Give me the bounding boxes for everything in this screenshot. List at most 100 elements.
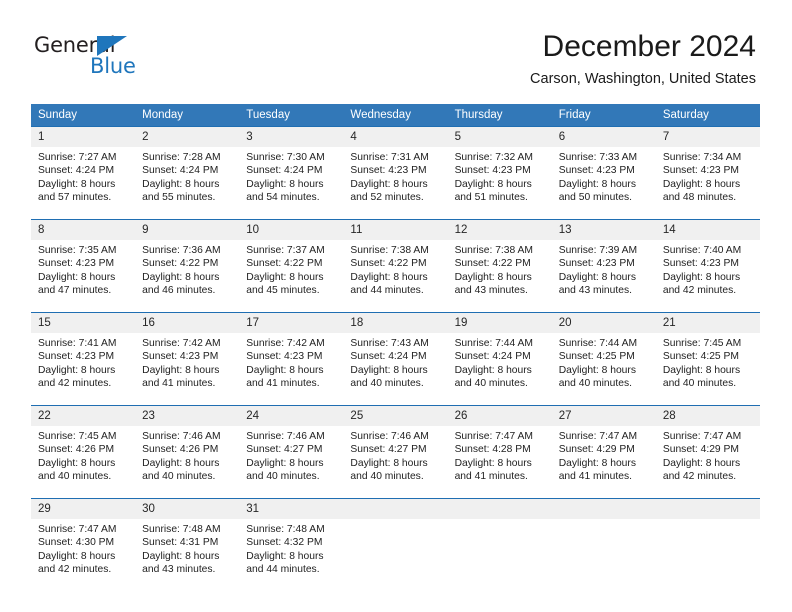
daylight-text-line2: and 42 minutes. bbox=[38, 564, 112, 576]
sunset-text: Sunset: 4:23 PM bbox=[454, 165, 531, 177]
sunset-text: Sunset: 4:28 PM bbox=[454, 444, 531, 456]
day-number[interactable]: 9 bbox=[135, 219, 240, 240]
day-cell[interactable]: Sunrise: 7:45 AM Sunset: 4:26 PM Daylight:… bbox=[31, 426, 136, 499]
day-number-empty bbox=[343, 498, 448, 519]
daylight-text-line2: and 50 minutes. bbox=[558, 192, 632, 204]
day-number[interactable]: 2 bbox=[135, 126, 240, 147]
day-number[interactable]: 29 bbox=[31, 498, 136, 519]
day-number[interactable]: 30 bbox=[135, 498, 240, 519]
day-number[interactable]: 4 bbox=[343, 126, 448, 147]
day-cell[interactable]: Sunrise: 7:47 AM Sunset: 4:29 PM Daylight:… bbox=[551, 426, 656, 499]
week-daynumber-row: 29 30 31 bbox=[31, 498, 760, 519]
day-number[interactable]: 19 bbox=[447, 312, 552, 333]
day-number[interactable]: 31 bbox=[239, 498, 344, 519]
sunrise-text: Sunrise: 7:33 AM bbox=[558, 152, 638, 163]
logo-triangle-icon bbox=[97, 36, 127, 56]
daylight-text-line1: Daylight: 8 hours bbox=[662, 457, 741, 469]
daylight-text-line1: Daylight: 8 hours bbox=[246, 178, 324, 190]
sunrise-text: Sunrise: 7:48 AM bbox=[142, 524, 221, 535]
day-cell[interactable]: Sunrise: 7:47 AM Sunset: 4:29 PM Daylight:… bbox=[655, 426, 760, 499]
day-cell[interactable]: Sunrise: 7:46 AM Sunset: 4:27 PM Daylight:… bbox=[343, 426, 448, 499]
day-cell[interactable]: Sunrise: 7:35 AM Sunset: 4:23 PM Daylight:… bbox=[31, 240, 136, 313]
page-title: December 2024 bbox=[542, 30, 756, 63]
daylight-text-line1: Daylight: 8 hours bbox=[142, 178, 220, 190]
daylight-text-line1: Daylight: 8 hours bbox=[558, 364, 636, 376]
day-number[interactable]: 26 bbox=[447, 405, 552, 426]
sunrise-text: Sunrise: 7:36 AM bbox=[142, 245, 221, 256]
sunrise-sunset-calendar: Sunday Monday Tuesday Wednesday Thursday… bbox=[31, 104, 760, 591]
calendar-body: 1 2 3 4 5 6 7 Sunrise: 7:27 AM Sunset: 4:24 PM Da… bbox=[31, 126, 760, 591]
day-cell[interactable]: Sunrise: 7:31 AM Sunset: 4:23 PM Daylight:… bbox=[343, 147, 448, 220]
day-number[interactable]: 11 bbox=[343, 219, 448, 240]
daylight-text-line1: Daylight: 8 hours bbox=[558, 271, 636, 283]
week-detail-row: Sunrise: 7:41 AM Sunset: 4:23 PM Daylight:… bbox=[31, 333, 760, 406]
day-number[interactable]: 15 bbox=[31, 312, 136, 333]
day-cell[interactable]: Sunrise: 7:36 AM Sunset: 4:22 PM Daylight:… bbox=[135, 240, 240, 313]
sunset-text: Sunset: 4:26 PM bbox=[142, 444, 219, 456]
day-number[interactable]: 8 bbox=[31, 219, 136, 240]
day-cell[interactable]: Sunrise: 7:27 AM Sunset: 4:24 PM Daylight:… bbox=[31, 147, 136, 220]
day-cell[interactable]: Sunrise: 7:44 AM Sunset: 4:24 PM Daylight:… bbox=[447, 333, 552, 406]
day-cell[interactable]: Sunrise: 7:43 AM Sunset: 4:24 PM Daylight:… bbox=[343, 333, 448, 406]
day-cell[interactable]: Sunrise: 7:33 AM Sunset: 4:23 PM Daylight:… bbox=[551, 147, 656, 220]
day-cell[interactable]: Sunrise: 7:39 AM Sunset: 4:23 PM Daylight:… bbox=[551, 240, 656, 313]
day-number[interactable]: 24 bbox=[239, 405, 344, 426]
day-cell[interactable]: Sunrise: 7:44 AM Sunset: 4:25 PM Daylight:… bbox=[551, 333, 656, 406]
day-number[interactable]: 23 bbox=[135, 405, 240, 426]
daylight-text-line1: Daylight: 8 hours bbox=[246, 364, 324, 376]
day-number[interactable]: 10 bbox=[239, 219, 344, 240]
day-number-empty bbox=[655, 498, 760, 519]
day-cell[interactable]: Sunrise: 7:48 AM Sunset: 4:32 PM Daylight:… bbox=[239, 519, 344, 591]
day-number[interactable]: 17 bbox=[239, 312, 344, 333]
sunrise-text: Sunrise: 7:47 AM bbox=[454, 431, 533, 442]
day-number-empty bbox=[551, 498, 656, 519]
day-number[interactable]: 22 bbox=[31, 405, 136, 426]
day-cell[interactable]: Sunrise: 7:38 AM Sunset: 4:22 PM Daylight:… bbox=[447, 240, 552, 313]
day-cell[interactable]: Sunrise: 7:38 AM Sunset: 4:22 PM Daylight:… bbox=[343, 240, 448, 313]
day-number[interactable]: 5 bbox=[447, 126, 552, 147]
daylight-text-line1: Daylight: 8 hours bbox=[454, 364, 532, 376]
day-number[interactable]: 3 bbox=[239, 126, 344, 147]
sunset-text: Sunset: 4:23 PM bbox=[662, 258, 739, 270]
sunrise-text: Sunrise: 7:44 AM bbox=[454, 338, 533, 349]
day-number[interactable]: 7 bbox=[655, 126, 760, 147]
daylight-text-line2: and 42 minutes. bbox=[662, 285, 737, 297]
day-cell[interactable]: Sunrise: 7:45 AM Sunset: 4:25 PM Daylight:… bbox=[655, 333, 760, 406]
day-cell[interactable]: Sunrise: 7:41 AM Sunset: 4:23 PM Daylight:… bbox=[31, 333, 136, 406]
daylight-text-line1: Daylight: 8 hours bbox=[350, 364, 428, 376]
day-number[interactable]: 13 bbox=[551, 219, 656, 240]
day-cell[interactable]: Sunrise: 7:46 AM Sunset: 4:27 PM Daylight:… bbox=[239, 426, 344, 499]
day-number[interactable]: 20 bbox=[551, 312, 656, 333]
day-cell[interactable]: Sunrise: 7:28 AM Sunset: 4:24 PM Daylight:… bbox=[135, 147, 240, 220]
day-number[interactable]: 21 bbox=[655, 312, 760, 333]
daylight-text-line2: and 43 minutes. bbox=[454, 285, 528, 297]
day-number-empty bbox=[447, 498, 552, 519]
day-cell[interactable]: Sunrise: 7:47 AM Sunset: 4:30 PM Daylight:… bbox=[31, 519, 136, 591]
sunset-text: Sunset: 4:22 PM bbox=[454, 258, 531, 270]
day-cell[interactable]: Sunrise: 7:46 AM Sunset: 4:26 PM Daylight:… bbox=[135, 426, 240, 499]
day-number[interactable]: 25 bbox=[343, 405, 448, 426]
day-cell[interactable]: Sunrise: 7:32 AM Sunset: 4:23 PM Daylight:… bbox=[447, 147, 552, 220]
day-cell[interactable]: Sunrise: 7:47 AM Sunset: 4:28 PM Daylight:… bbox=[447, 426, 552, 499]
day-number[interactable]: 14 bbox=[655, 219, 760, 240]
day-cell[interactable]: Sunrise: 7:42 AM Sunset: 4:23 PM Daylight:… bbox=[239, 333, 344, 406]
day-cell[interactable]: Sunrise: 7:42 AM Sunset: 4:23 PM Daylight:… bbox=[135, 333, 240, 406]
daylight-text-line1: Daylight: 8 hours bbox=[350, 178, 428, 190]
day-cell[interactable]: Sunrise: 7:30 AM Sunset: 4:24 PM Daylight:… bbox=[239, 147, 344, 220]
sunrise-text: Sunrise: 7:41 AM bbox=[38, 338, 117, 349]
daylight-text-line2: and 54 minutes. bbox=[246, 192, 320, 204]
daylight-text-line2: and 44 minutes. bbox=[350, 285, 424, 297]
day-cell[interactable]: Sunrise: 7:34 AM Sunset: 4:23 PM Daylight:… bbox=[655, 147, 760, 220]
day-cell[interactable]: Sunrise: 7:37 AM Sunset: 4:22 PM Daylight:… bbox=[239, 240, 344, 313]
day-number[interactable]: 18 bbox=[343, 312, 448, 333]
sunrise-text: Sunrise: 7:27 AM bbox=[38, 152, 117, 163]
day-number[interactable]: 1 bbox=[31, 126, 136, 147]
day-number[interactable]: 16 bbox=[135, 312, 240, 333]
day-number[interactable]: 27 bbox=[551, 405, 656, 426]
day-number[interactable]: 28 bbox=[655, 405, 760, 426]
day-cell[interactable]: Sunrise: 7:40 AM Sunset: 4:23 PM Daylight:… bbox=[655, 240, 760, 313]
day-number[interactable]: 12 bbox=[447, 219, 552, 240]
day-number[interactable]: 6 bbox=[551, 126, 656, 147]
day-cell[interactable]: Sunrise: 7:48 AM Sunset: 4:31 PM Daylight:… bbox=[135, 519, 240, 591]
sunrise-text: Sunrise: 7:47 AM bbox=[662, 431, 742, 442]
